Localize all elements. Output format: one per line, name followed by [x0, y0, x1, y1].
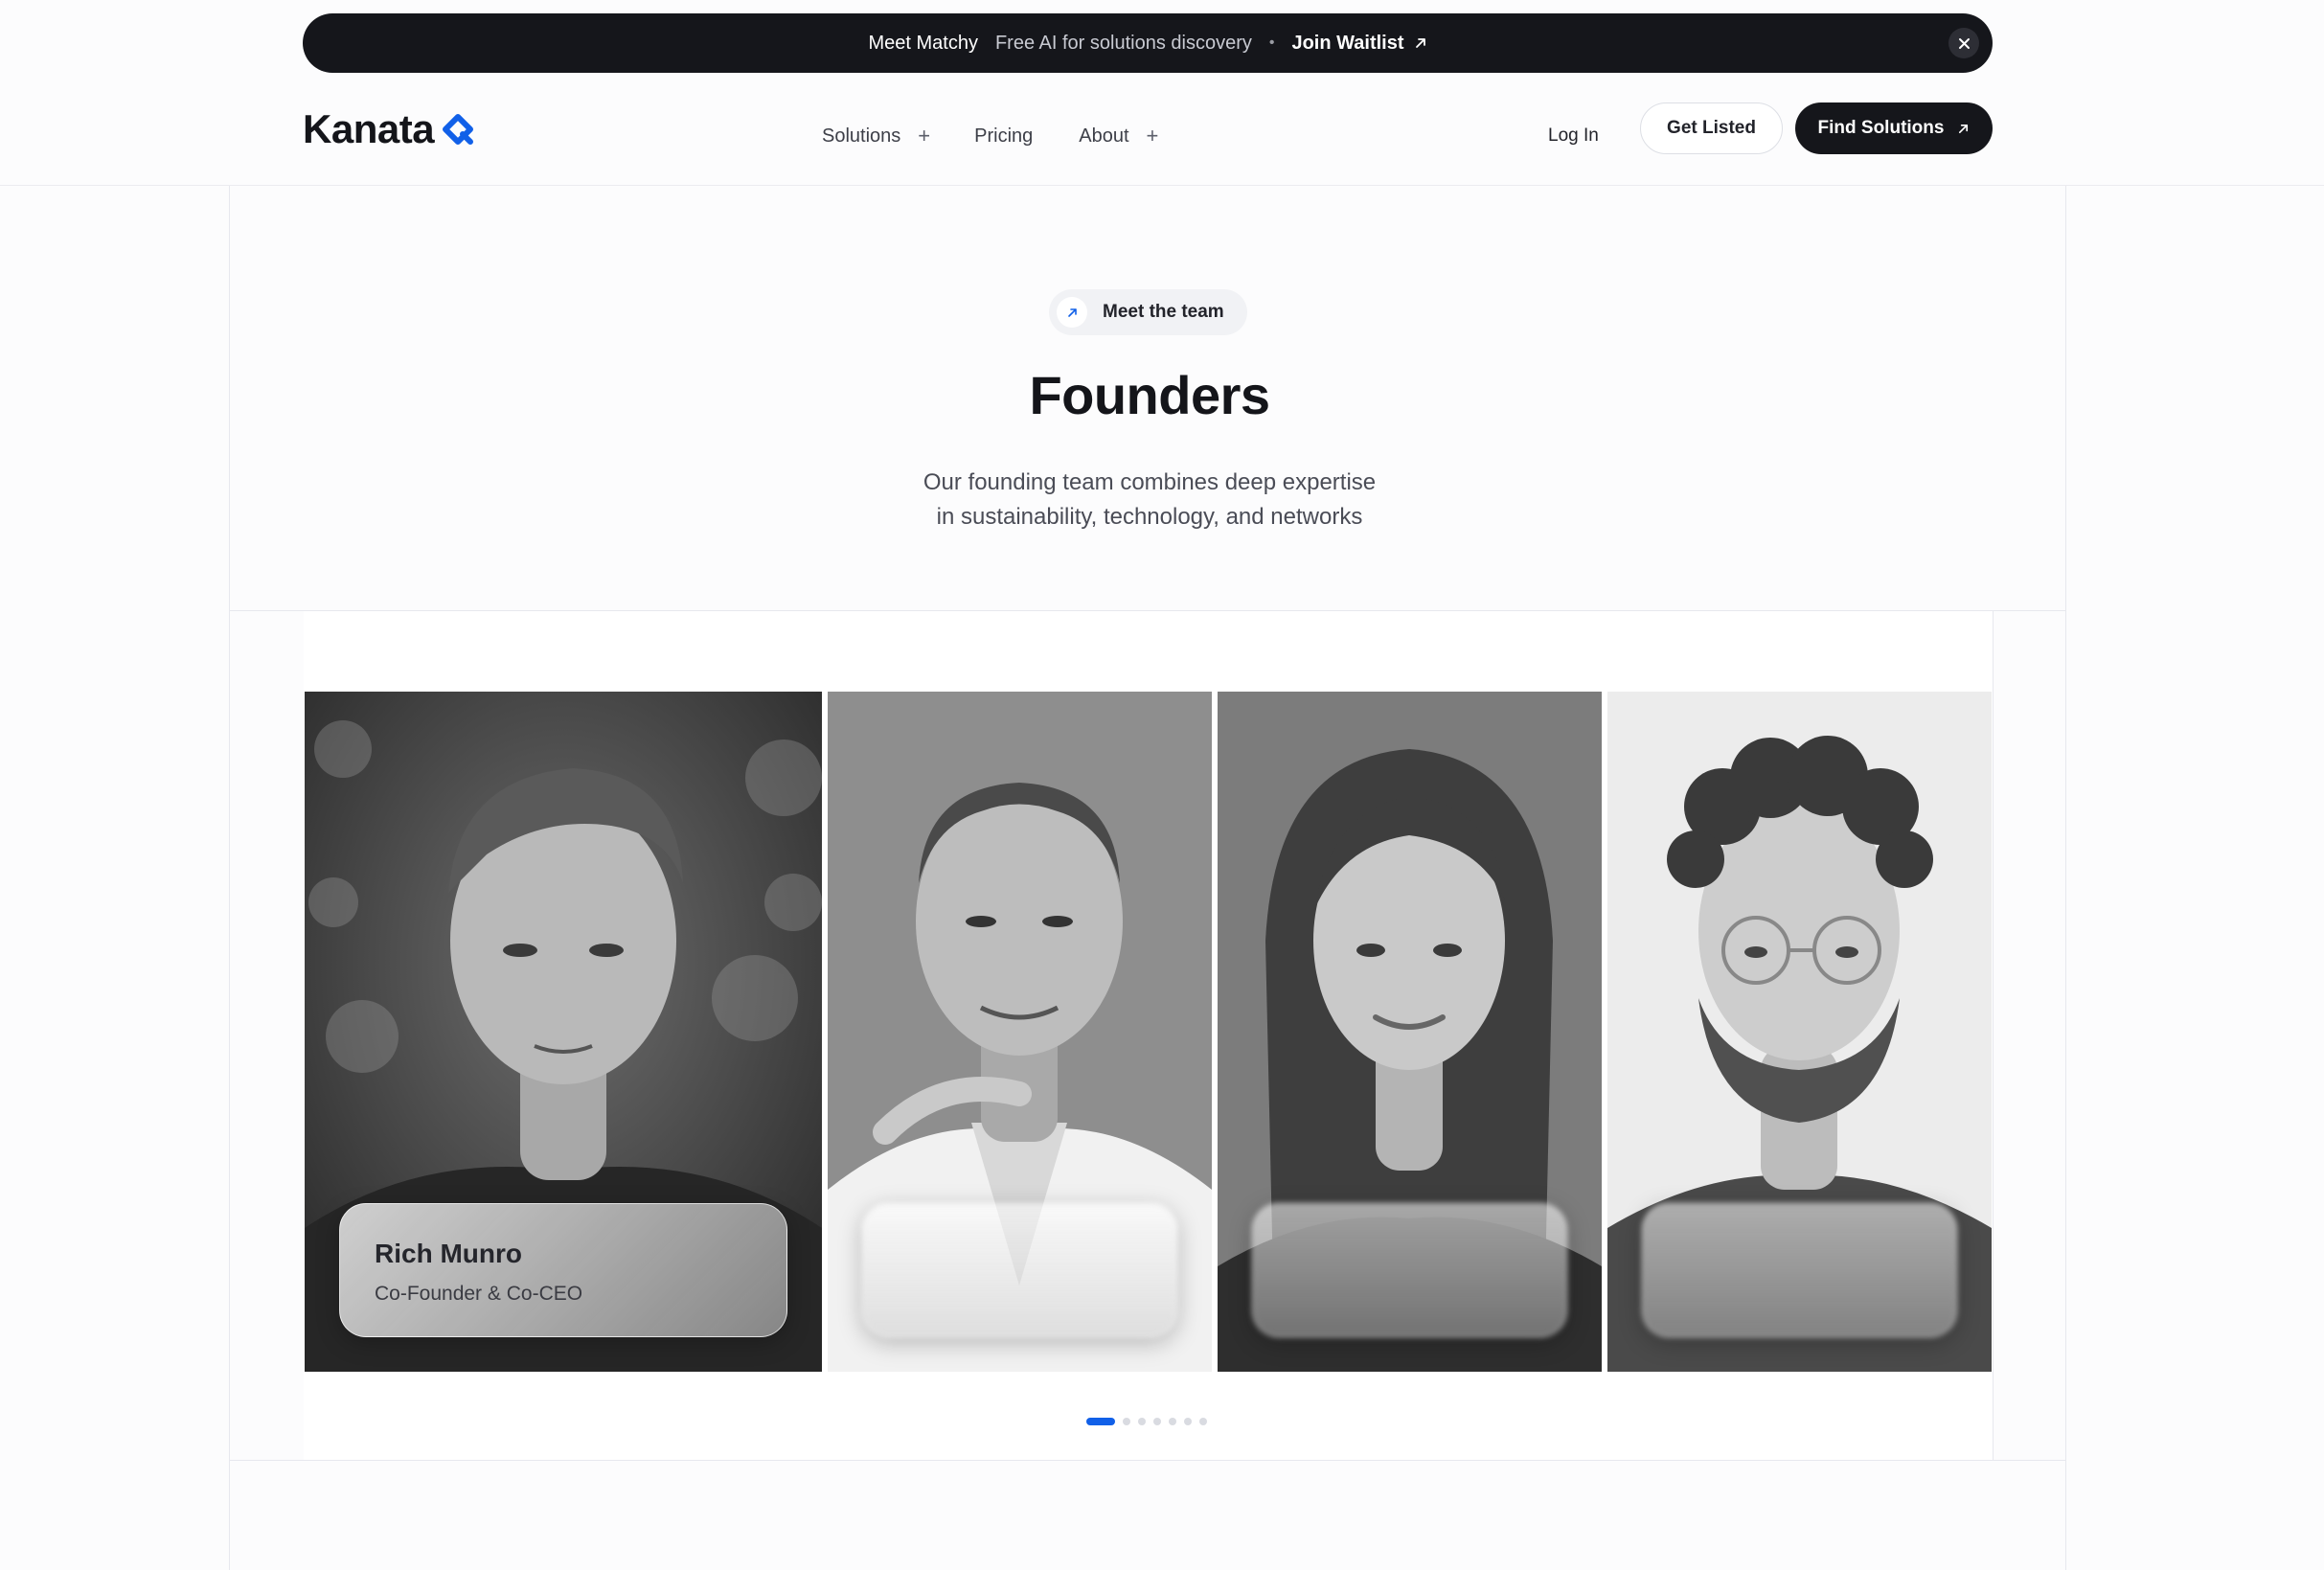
frame-line [229, 1460, 2066, 1461]
carousel-dot[interactable] [1138, 1418, 1146, 1425]
plus-icon: + [918, 124, 931, 148]
announcement-title: Meet Matchy [868, 32, 978, 54]
carousel-dot[interactable] [1086, 1418, 1115, 1425]
plus-icon: + [1146, 124, 1159, 148]
founder-name: Rich Munro [375, 1239, 522, 1268]
page-subtitle: Our founding team combines deep expertis… [843, 466, 1456, 535]
founder-info-card: Rich Munro Co-Founder & Co-CEO [339, 1203, 787, 1337]
carousel-dot[interactable] [1199, 1418, 1207, 1425]
join-waitlist-label: Join Waitlist [1291, 32, 1404, 54]
nav-label: About [1079, 125, 1129, 147]
founder-card[interactable] [1607, 692, 1992, 1372]
founder-card[interactable] [1218, 692, 1602, 1372]
arrow-up-right-icon [1057, 297, 1087, 328]
founder-role: Co-Founder & Co-CEO [375, 1283, 583, 1305]
close-icon [1958, 37, 1970, 49]
arrow-up-right-icon [1415, 38, 1425, 48]
announcement-separator: • [1268, 34, 1275, 51]
carousel-dot[interactable] [1169, 1418, 1176, 1425]
kanata-diamond-icon [443, 114, 474, 145]
founder-card[interactable] [828, 692, 1212, 1372]
logo-text: Kanata [303, 106, 435, 151]
nav-label: Solutions [822, 125, 901, 147]
find-solutions-label: Find Solutions [1817, 118, 1945, 138]
carousel-dot[interactable] [1184, 1418, 1192, 1425]
logo[interactable]: Kanata [303, 105, 474, 153]
login-link[interactable]: Log In [1548, 115, 1599, 157]
nav-label: Pricing [974, 125, 1034, 147]
get-listed-button[interactable]: Get Listed [1640, 102, 1783, 154]
nav-item-about[interactable]: About + [1079, 124, 1158, 148]
site-header: Kanata Solutions + Pricing About + Log I… [0, 73, 2324, 186]
join-waitlist-link[interactable]: Join Waitlist [1291, 33, 1426, 55]
founder-card[interactable]: Rich Munro Co-Founder & Co-CEO [305, 692, 822, 1372]
carousel-dot[interactable] [1153, 1418, 1161, 1425]
founder-info-card [862, 1203, 1177, 1337]
announcement-text: Free AI for solutions discovery [994, 32, 1252, 54]
carousel-dot[interactable] [1123, 1418, 1130, 1425]
subtitle-line: in sustainability, technology, and netwo… [936, 504, 1363, 530]
subtitle-line: Our founding team combines deep expertis… [923, 469, 1377, 495]
pill-label: Meet the team [1103, 302, 1224, 322]
arrow-up-right-icon [1959, 124, 1969, 133]
main-nav: Solutions + Pricing About + [822, 115, 1158, 157]
nav-item-solutions[interactable]: Solutions + [822, 124, 930, 148]
meet-the-team-pill: Meet the team [1049, 289, 1247, 335]
carousel-pagination [1086, 1418, 1207, 1425]
page-title: Founders [1029, 365, 1270, 425]
get-listed-label: Get Listed [1667, 118, 1756, 138]
close-announcement-button[interactable] [1948, 28, 1979, 58]
founder-info-card [1252, 1203, 1567, 1337]
announcement-bar: Meet Matchy Free AI for solutions discov… [303, 13, 1993, 73]
frame-line [1993, 611, 1994, 1460]
founder-info-card [1642, 1203, 1957, 1337]
nav-item-pricing[interactable]: Pricing [974, 125, 1033, 148]
find-solutions-button[interactable]: Find Solutions [1795, 102, 1993, 154]
